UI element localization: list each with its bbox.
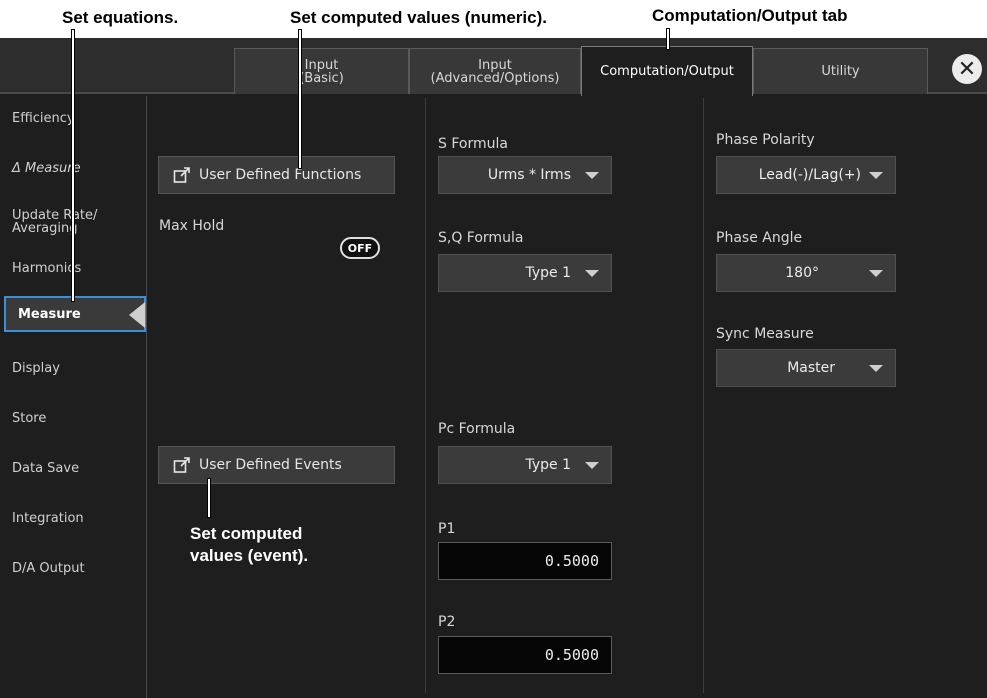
phase-polarity-dropdown[interactable]: Lead(-)/Lag(+) <box>716 156 896 194</box>
tab-label: Input (Basic) <box>299 57 344 86</box>
leader-line-event <box>207 478 211 518</box>
tab-label: Input (Advanced/Options) <box>430 57 560 86</box>
p2-label: P2 <box>438 614 456 630</box>
chevron-down-icon <box>869 365 883 372</box>
phase-angle-dropdown[interactable]: 180° <box>716 254 896 292</box>
p2-input[interactable]: 0.5000 <box>438 636 612 674</box>
chevron-down-icon <box>869 172 883 179</box>
dropdown-value: Type 1 <box>525 457 571 473</box>
leader-line-equations <box>71 29 75 302</box>
tab-bar: Input (Basic) Input (Advanced/Options) C… <box>0 38 987 96</box>
p1-label: P1 <box>438 521 456 537</box>
sidebar-item-display[interactable]: Display <box>0 352 147 384</box>
sidebar-item-label: Integration <box>12 510 84 526</box>
pc-formula-label: Pc Formula <box>438 421 516 437</box>
callout-set-equations: Set equations. <box>62 8 179 27</box>
selection-notch <box>129 302 145 328</box>
application-window: Input (Basic) Input (Advanced/Options) C… <box>0 38 987 698</box>
phase-polarity-label: Phase Polarity <box>716 132 815 148</box>
sidebar-item-data-save[interactable]: Data Save <box>0 452 147 484</box>
chevron-down-icon <box>585 462 599 469</box>
sidebar-item-label: Store <box>12 410 47 426</box>
sidebar-item-integration[interactable]: Integration <box>0 502 147 534</box>
chevron-down-icon <box>869 270 883 277</box>
tab-utility[interactable]: Utility <box>753 48 928 94</box>
dropdown-value: Type 1 <box>525 265 571 281</box>
close-icon[interactable]: ✕ <box>952 54 982 84</box>
column-divider <box>703 98 704 693</box>
sync-measure-dropdown[interactable]: Master <box>716 349 896 387</box>
external-window-icon <box>173 167 190 183</box>
tab-computation-output[interactable]: Computation/Output <box>581 46 753 96</box>
user-defined-functions-button[interactable]: User Defined Functions <box>158 156 395 194</box>
leader-line-tab <box>666 28 670 50</box>
pc-formula-dropdown[interactable]: Type 1 <box>438 446 612 484</box>
sidebar-item-label: Measure <box>18 306 81 322</box>
tab-label: Utility <box>821 64 860 79</box>
dropdown-value: Urms * Irms <box>487 167 571 183</box>
sidebar-item-label: D/A Output <box>12 560 85 576</box>
s-formula-label: S Formula <box>438 136 508 152</box>
callout-computation-tab: Computation/Output tab <box>652 6 848 25</box>
sidebar-item-label: Update Rate/ Averaging <box>12 208 98 236</box>
button-label: User Defined Functions <box>199 167 362 183</box>
sync-measure-label: Sync Measure <box>716 326 814 342</box>
tab-label: Computation/Output <box>600 64 734 79</box>
dropdown-value: 180° <box>785 265 819 281</box>
button-label: User Defined Events <box>199 457 342 473</box>
phase-angle-label: Phase Angle <box>716 230 803 246</box>
sidebar-item-label: Efficiency <box>12 110 75 126</box>
leader-line-numeric <box>298 29 302 169</box>
external-window-icon <box>173 457 190 473</box>
p1-input[interactable]: 0.5000 <box>438 542 612 580</box>
sidebar-item-measure[interactable]: Measure <box>4 296 146 332</box>
max-hold-label: Max Hold <box>159 218 225 234</box>
sidebar-item-store[interactable]: Store <box>0 402 147 434</box>
tab-input-advanced[interactable]: Input (Advanced/Options) <box>409 48 581 94</box>
max-hold-toggle[interactable]: OFF <box>340 237 380 259</box>
sq-formula-dropdown[interactable]: Type 1 <box>438 254 612 292</box>
dropdown-value: Lead(-)/Lag(+) <box>758 167 861 183</box>
sq-formula-label: S,Q Formula <box>438 230 524 246</box>
user-defined-events-button[interactable]: User Defined Events <box>158 446 395 484</box>
dropdown-value: Master <box>787 360 835 376</box>
column-divider <box>425 98 426 693</box>
callout-set-numeric: Set computed values (numeric). <box>290 8 547 27</box>
callout-set-event-line1: Set computed <box>190 524 303 543</box>
chevron-down-icon <box>585 270 599 277</box>
sidebar-item-label: Display <box>12 360 60 376</box>
s-formula-dropdown[interactable]: Urms * Irms <box>438 156 612 194</box>
callout-set-event-line2: values (event). <box>190 546 309 565</box>
chevron-down-icon <box>585 172 599 179</box>
sidebar-item-label: Data Save <box>12 460 80 476</box>
tab-input-basic[interactable]: Input (Basic) <box>234 48 409 94</box>
sidebar-item-da-output[interactable]: D/A Output <box>0 552 147 584</box>
